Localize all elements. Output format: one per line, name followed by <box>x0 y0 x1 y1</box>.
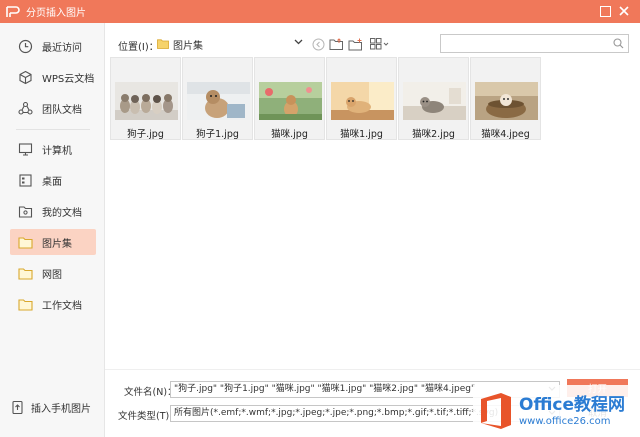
sidebar: 最近访问 WPS云文档 团队文档 计算机 桌面 我的文档 图片集 网图 工作文档… <box>0 23 105 437</box>
watermark-title: Office教程网 <box>519 394 626 415</box>
sidebar-item-recent[interactable]: 最近访问 <box>10 33 96 59</box>
image-thumbnail <box>187 82 250 120</box>
image-thumbnail <box>475 82 538 120</box>
sidebar-item-label: WPS云文档 <box>42 73 95 85</box>
window-title: 分页插入图片 <box>26 8 86 19</box>
filename-label: 文件名(N)： <box>124 387 177 398</box>
sidebar-item-label: 最近访问 <box>42 42 82 54</box>
folder-icon <box>157 39 169 49</box>
watermark: Office教程网 www.office26.com <box>473 385 639 437</box>
sidebar-item-wps-cloud[interactable]: WPS云文档 <box>10 64 96 90</box>
filetype-value: 所有图片(*.emf;*.wmf;*.jpg;*.jpeg;*.jpe;*.pn… <box>174 408 499 418</box>
sidebar-item-desktop[interactable]: 桌面 <box>10 167 96 193</box>
file-name: 猫咪.jpg <box>271 129 308 140</box>
sidebar-item-work-docs[interactable]: 工作文档 <box>10 291 96 317</box>
desktop-icon <box>18 173 33 188</box>
up-folder-button[interactable] <box>328 37 344 51</box>
sidebar-item-my-documents[interactable]: 我的文档 <box>10 198 96 224</box>
sidebar-item-team-docs[interactable]: 团队文档 <box>10 95 96 121</box>
maximize-button[interactable] <box>600 6 611 17</box>
search-input[interactable] <box>440 34 629 53</box>
view-mode-button[interactable] <box>370 37 390 51</box>
sidebar-item-computer[interactable]: 计算机 <box>10 136 96 162</box>
file-name: 狗子.jpg <box>127 129 164 140</box>
back-button[interactable] <box>310 37 326 51</box>
filename-value: "狗子.jpg" "狗子1.jpg" "猫咪.jpg" "猫咪1.jpg" "猫… <box>174 384 476 394</box>
monitor-icon <box>18 142 33 157</box>
close-button[interactable] <box>615 2 633 20</box>
sidebar-item-label: 网图 <box>42 269 62 281</box>
search-field[interactable] <box>444 35 609 51</box>
folder-icon <box>18 235 33 250</box>
grid-view-icon <box>370 38 389 50</box>
image-thumbnail <box>115 82 178 120</box>
clock-icon <box>18 39 33 54</box>
folder-icon <box>18 266 33 281</box>
file-item[interactable]: 猫咪.jpg <box>254 57 325 140</box>
sidebar-item-label: 我的文档 <box>42 207 82 219</box>
location-label: 位置(I)： <box>118 42 159 53</box>
file-name: 猫咪4.jpeg <box>481 129 530 140</box>
document-folder-icon <box>18 204 33 219</box>
sidebar-divider <box>16 129 90 130</box>
cube-icon <box>18 70 33 85</box>
wps-logo-icon <box>6 5 20 19</box>
close-icon <box>619 6 629 16</box>
file-name: 猫咪1.jpg <box>340 129 383 140</box>
folder-icon <box>18 297 33 312</box>
insert-phone-image-button[interactable]: 插入手机图片 <box>10 400 91 415</box>
image-thumbnail <box>403 82 466 120</box>
new-folder-icon <box>348 38 362 50</box>
file-item[interactable]: 猫咪2.jpg <box>398 57 469 140</box>
title-bar: 分页插入图片 <box>0 0 640 23</box>
office-logo-icon <box>481 393 511 429</box>
new-folder-button[interactable] <box>347 37 363 51</box>
file-name: 狗子1.jpg <box>196 129 239 140</box>
file-name: 猫咪2.jpg <box>412 129 455 140</box>
sidebar-item-label: 桌面 <box>42 176 62 188</box>
back-arrow-icon <box>312 38 324 50</box>
insert-phone-image-label: 插入手机图片 <box>31 404 91 415</box>
location-value: 图片集 <box>173 40 203 52</box>
chevron-down-icon <box>294 39 303 45</box>
sidebar-item-label: 计算机 <box>42 145 72 157</box>
image-thumbnail <box>331 82 394 120</box>
phone-upload-icon <box>10 400 25 415</box>
sidebar-item-picture-set[interactable]: 图片集 <box>10 229 96 255</box>
file-item[interactable]: 猫咪4.jpeg <box>470 57 541 140</box>
file-grid: 狗子.jpg 狗子1.jpg 猫咪.jpg 猫咪1.jpg 猫咪2.jpg 猫咪… <box>108 57 638 367</box>
sidebar-item-label: 团队文档 <box>42 104 82 116</box>
watermark-site: www.office26.com <box>519 415 611 427</box>
team-icon <box>18 101 33 116</box>
sidebar-item-label: 工作文档 <box>42 300 82 312</box>
search-icon <box>613 38 624 49</box>
location-dropdown[interactable]: 图片集 <box>157 34 305 54</box>
sidebar-item-label: 图片集 <box>42 238 72 250</box>
file-item[interactable]: 狗子1.jpg <box>182 57 253 140</box>
folder-up-icon <box>329 37 343 50</box>
image-thumbnail <box>259 82 322 120</box>
file-item[interactable]: 猫咪1.jpg <box>326 57 397 140</box>
file-item[interactable]: 狗子.jpg <box>110 57 181 140</box>
sidebar-item-web-images[interactable]: 网图 <box>10 260 96 286</box>
